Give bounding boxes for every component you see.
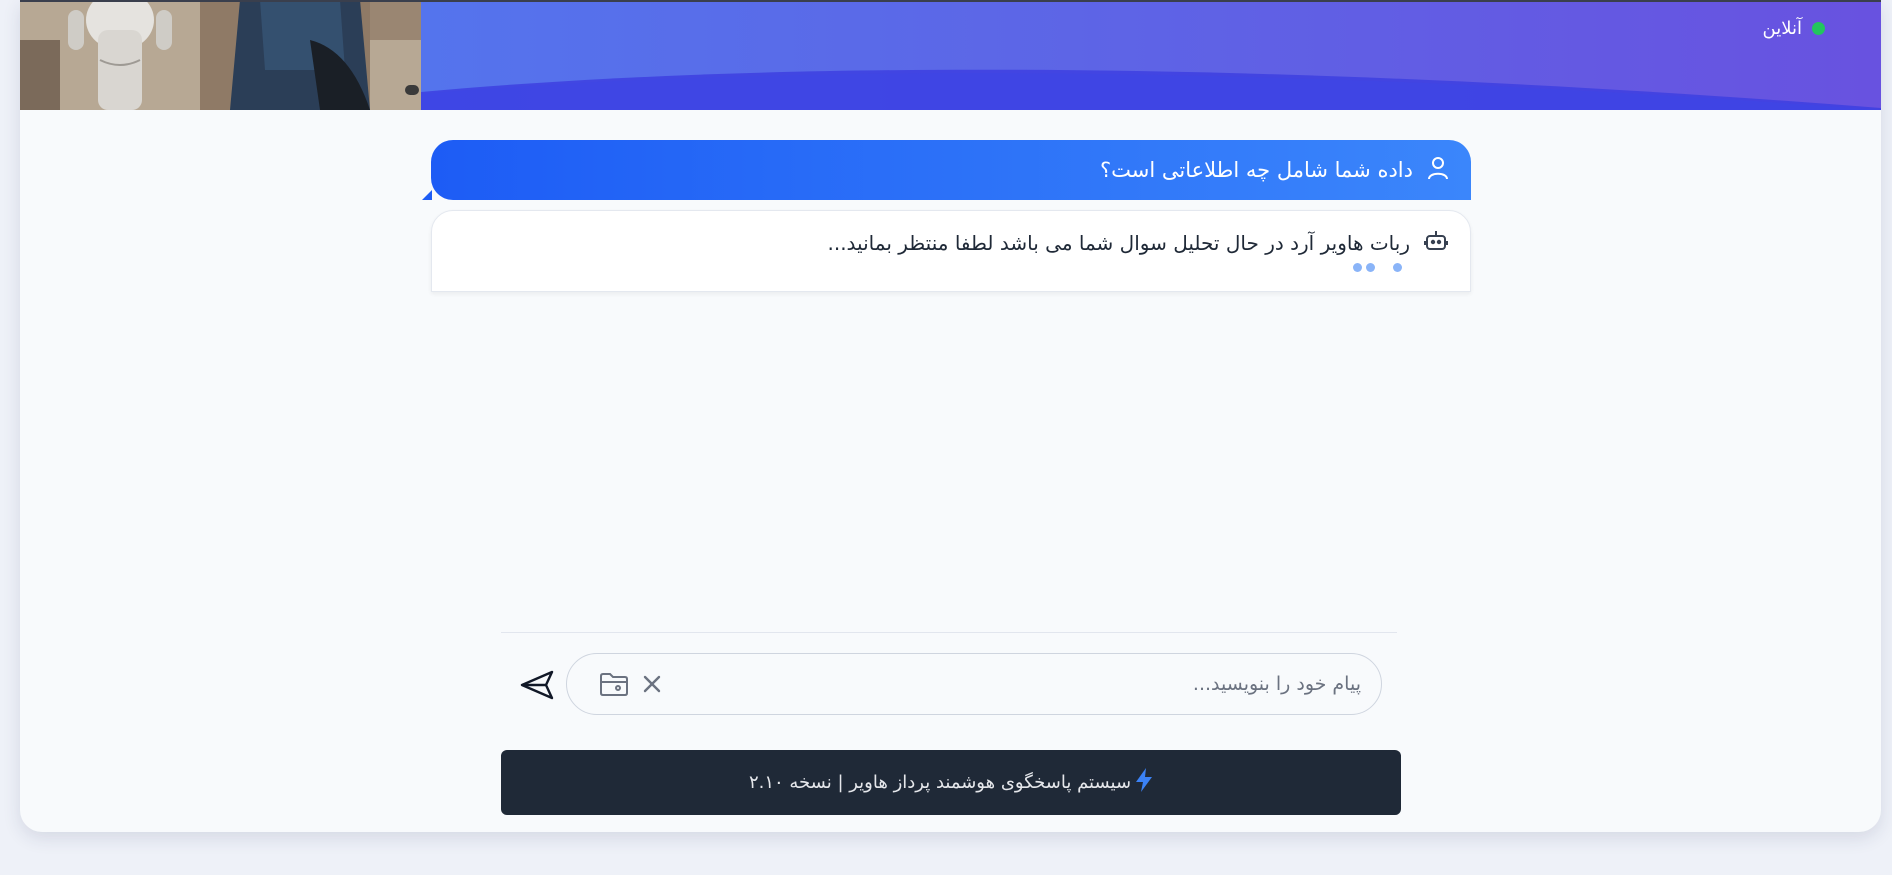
online-status-label: آنلاین: [1762, 18, 1802, 39]
typing-dot: [1366, 263, 1375, 272]
attach-file-button[interactable]: [596, 666, 632, 702]
typing-dot: [1353, 263, 1362, 272]
user-icon: [1427, 156, 1449, 185]
footer-text: سیستم پاسخگوی هوشمند پرداز هاویر | نسخه …: [748, 772, 1132, 793]
lightning-icon: [1135, 768, 1153, 797]
close-icon: [643, 675, 661, 693]
bot-message-text: ربات هاویر آرد در حال تحلیل سوال شما می …: [827, 230, 1410, 255]
message-input[interactable]: [741, 664, 1361, 704]
user-message-text: داده شما شامل چه اطلاعاتی است؟: [1100, 158, 1413, 182]
folder-icon: [600, 673, 628, 696]
robot-icon: [1424, 229, 1448, 256]
user-bubble-tail: [422, 190, 432, 200]
footer-bar: سیستم پاسخگوی هوشمند پرداز هاویر | نسخه …: [501, 750, 1401, 815]
online-status-dot: [1812, 22, 1825, 35]
typing-indicator: [1353, 263, 1402, 272]
header-wave-decoration: [421, 69, 1881, 110]
window-top-border: [20, 0, 1881, 2]
user-message-bubble: داده شما شامل چه اطلاعاتی است؟: [422, 140, 1471, 200]
app-window: آنلاین داده شما شامل چه اطلاعاتی است؟ رب…: [20, 0, 1881, 832]
composer-divider: [501, 632, 1397, 633]
online-status: آنلاین: [1763, 18, 1825, 39]
bot-message-bubble: ربات هاویر آرد در حال تحلیل سوال شما می …: [431, 210, 1471, 292]
send-button[interactable]: [517, 665, 557, 705]
typing-dot: [1393, 263, 1402, 272]
message-input-box[interactable]: [566, 653, 1382, 715]
header-robot-photo: [20, 0, 421, 110]
header-banner: آنلاین: [20, 0, 1881, 110]
clear-input-button[interactable]: [636, 668, 668, 700]
send-icon: [520, 670, 554, 700]
